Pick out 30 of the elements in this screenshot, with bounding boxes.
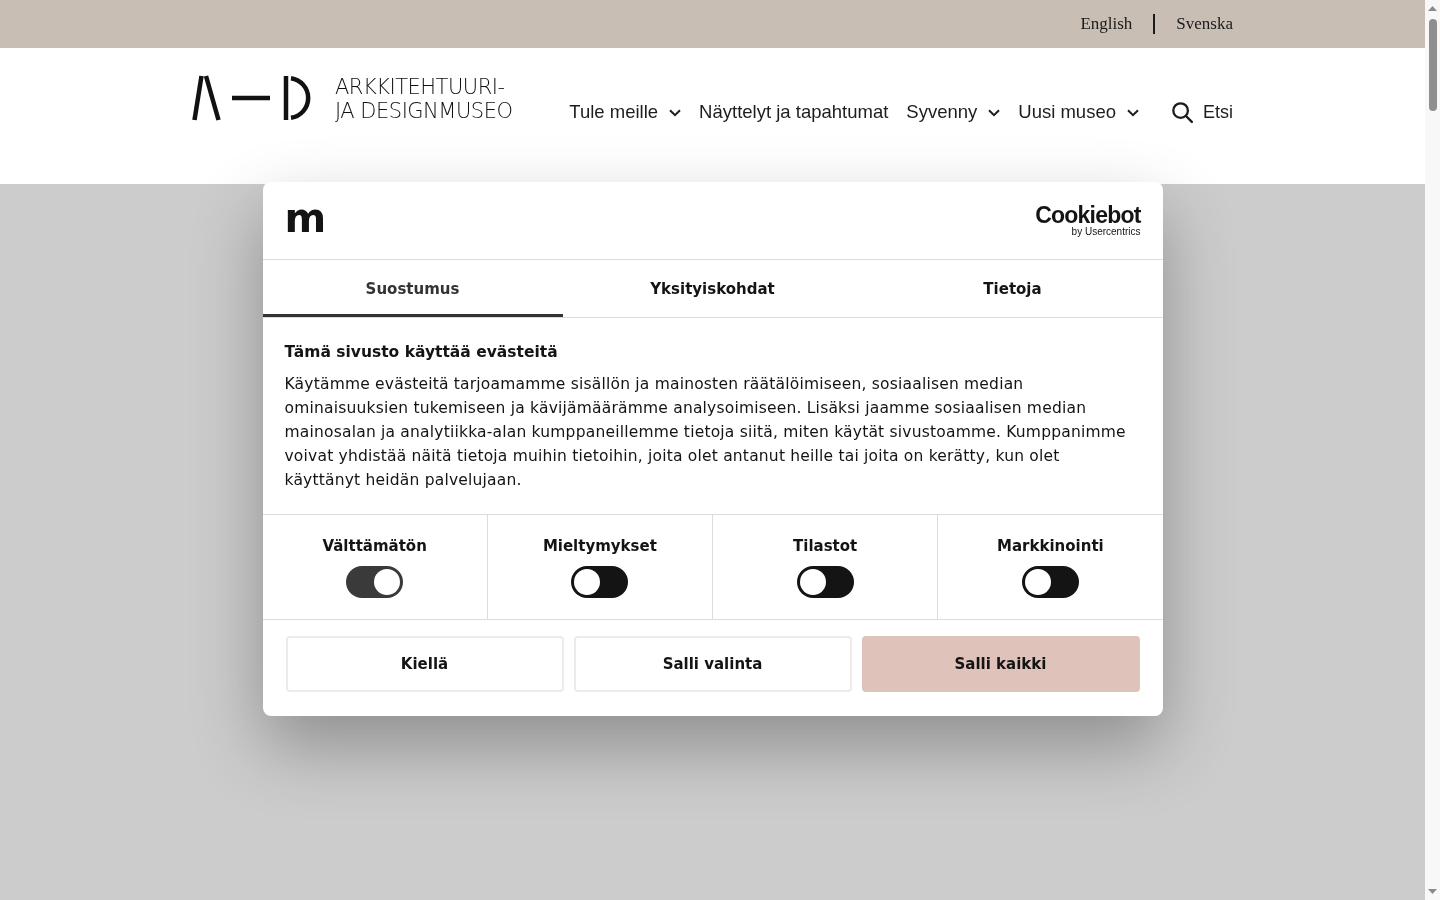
search-icon: [1172, 101, 1193, 123]
nav-menu-item[interactable]: Näyttelyt ja tapahtumat: [699, 100, 889, 124]
dialog-description: Käytämme evästeitä tarjoamamme sisällön ja mainosten räätälöimiseen, sosiaalisen median ominaisuuksien tukemiseen ja kävijämäärämme analysoimiseen. Lisäksi jaamme sosiaalisen median mainosalan ja analytiikka-alan kumppaneillemme tietoja siitä, miten käytät sivustoamme. Kumppanimme voivat yhdistää näitä tietoja muihin tietoihin, joita olet antanut heille tai joita on kerätty, kun olet käyttänyt heidän palvelujaan.: [284, 374, 1127, 491]
category-label: Tilastot: [793, 536, 858, 556]
tab[interactable]: Suostumus: [262, 260, 563, 317]
category-label: Markkinointi: [997, 536, 1104, 556]
toggle-switch[interactable]: [571, 566, 629, 598]
tab[interactable]: Yksityiskohdat: [562, 260, 863, 317]
category-label: Välttämätön: [322, 536, 427, 556]
dialog-title: Tämä sivusto käyttää evästeitä: [284, 342, 559, 362]
logo-text[interactable]: ARKKITEHTUURI- JA DESIGNMUSEO: [335, 75, 513, 123]
category-label: Mieltymykset: [542, 536, 657, 556]
search-button[interactable]: Etsi: [1172, 100, 1233, 124]
action-button[interactable]: Kiellä: [285, 636, 564, 692]
nav-menu-item[interactable]: Syvenny: [906, 100, 1001, 124]
scroll-up-icon[interactable]: [1428, 6, 1437, 11]
language-link[interactable]: Svenska: [1176, 14, 1233, 34]
museum-logo: m: [284, 197, 327, 238]
toggle-switch[interactable]: [1021, 566, 1079, 598]
action-button[interactable]: Salli kaikki: [861, 636, 1140, 692]
action-button[interactable]: Salli valinta: [573, 636, 852, 692]
nav-menu-item[interactable]: Tule meille: [569, 100, 682, 124]
scroll-down-icon[interactable]: [1428, 889, 1437, 894]
provider-logo-text: Cookiebot: [1035, 204, 1141, 226]
provider-tagline: by Usercentrics: [1071, 226, 1141, 237]
language-link[interactable]: English: [1080, 14, 1133, 34]
nav-menu-item[interactable]: Uusi museo: [1018, 100, 1139, 124]
scrollbar-thumb[interactable]: [1428, 19, 1437, 111]
toggle-switch[interactable]: [796, 566, 854, 598]
tab[interactable]: Tietoja: [862, 260, 1163, 317]
